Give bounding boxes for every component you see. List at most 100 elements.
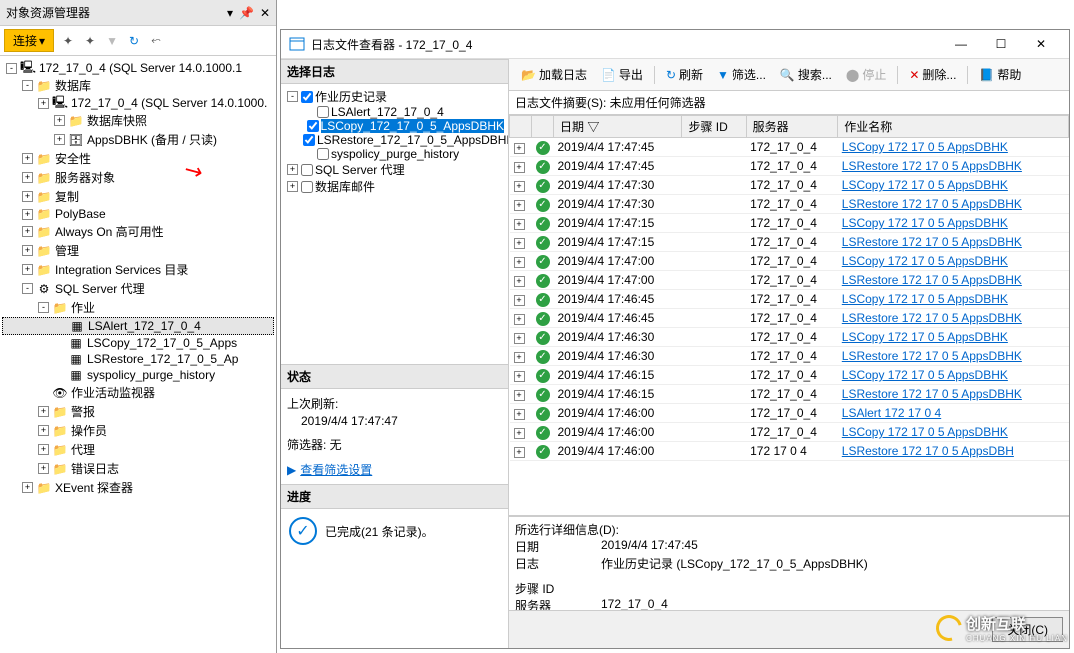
log-checkbox[interactable] <box>317 148 329 160</box>
search-button[interactable]: 🔍搜索... <box>774 63 838 86</box>
job-link[interactable]: LSCopy 172 17 0 5 AppsDBHK <box>842 254 1008 268</box>
table-row[interactable]: +✓2019/4/4 17:47:15172_17_0_4LSCopy 172 … <box>510 214 1069 233</box>
row-expander-icon[interactable]: + <box>514 390 525 401</box>
pin-icon[interactable]: 📌 <box>239 6 254 20</box>
tree-node[interactable]: -📁作业 <box>2 298 274 317</box>
activity-icon[interactable]: ⬿ <box>148 33 164 49</box>
expander-icon[interactable]: - <box>22 80 33 91</box>
table-row[interactable]: +✓2019/4/4 17:47:30172_17_0_4LSCopy 172 … <box>510 176 1069 195</box>
refresh-button[interactable]: ↻刷新 <box>660 63 709 86</box>
table-row[interactable]: +✓2019/4/4 17:46:00172 17 0 4LSRestore 1… <box>510 442 1069 461</box>
tree-node[interactable]: ▦LSCopy_172_17_0_5_Apps <box>2 335 274 351</box>
log-tree[interactable]: -作业历史记录LSAlert_172_17_0_4LSCopy_172_17_0… <box>281 84 508 364</box>
tree-node[interactable]: -📁数据库 <box>2 76 274 95</box>
disconnect-icon[interactable]: ✦ <box>60 33 76 49</box>
job-link[interactable]: LSCopy 172 17 0 5 AppsDBHK <box>842 368 1008 382</box>
job-link[interactable]: LSRestore 172 17 0 5 AppsDBHK <box>842 273 1022 287</box>
expander-icon[interactable]: - <box>22 283 33 294</box>
minimize-button[interactable]: — <box>941 34 981 54</box>
expander-icon[interactable]: + <box>22 172 33 183</box>
tree-node[interactable]: +📁操作员 <box>2 421 274 440</box>
job-link[interactable]: LSCopy 172 17 0 5 AppsDBHK <box>842 216 1008 230</box>
tree-node[interactable]: -🖳172_17_0_4 (SQL Server 14.0.1000.1 <box>2 60 274 76</box>
row-expander-icon[interactable]: + <box>514 371 525 382</box>
tree-node[interactable]: +📁错误日志 <box>2 459 274 478</box>
filter-button[interactable]: ▼筛选... <box>711 63 772 86</box>
job-link[interactable]: LSAlert 172 17 0 4 <box>842 406 941 420</box>
table-row[interactable]: +✓2019/4/4 17:46:00172_17_0_4LSAlert 172… <box>510 404 1069 423</box>
tree-node[interactable]: +📁复制 <box>2 187 274 206</box>
expander-icon[interactable]: + <box>38 406 49 417</box>
close-icon[interactable]: ✕ <box>260 6 270 20</box>
tree-node[interactable]: +🖳172_17_0_4 (SQL Server 14.0.1000. <box>2 95 274 111</box>
tree-node[interactable]: ▦syspolicy_purge_history <box>2 367 274 383</box>
table-row[interactable]: +✓2019/4/4 17:47:00172_17_0_4LSCopy 172 … <box>510 252 1069 271</box>
log-checkbox[interactable] <box>317 106 329 118</box>
load-log-button[interactable]: 📂加载日志 <box>515 63 593 86</box>
expander-icon[interactable]: + <box>22 153 33 164</box>
tree-node[interactable]: +📁Integration Services 目录 <box>2 260 274 279</box>
tree-node[interactable]: +📁Always On 高可用性 <box>2 222 274 241</box>
row-expander-icon[interactable]: + <box>514 428 525 439</box>
table-row[interactable]: +✓2019/4/4 17:47:00172_17_0_4LSRestore 1… <box>510 271 1069 290</box>
tree-node[interactable]: 👁作业活动监视器 <box>2 383 274 402</box>
col-date[interactable]: 日期 ▽ <box>554 116 682 138</box>
filter-settings-link[interactable]: 查看筛选设置 <box>300 463 372 477</box>
close-dialog-button[interactable]: 关闭(C) <box>992 617 1063 642</box>
row-expander-icon[interactable]: + <box>514 143 525 154</box>
filter-icon[interactable]: ▼ <box>104 33 120 49</box>
row-expander-icon[interactable]: + <box>514 447 525 458</box>
expander-icon[interactable]: + <box>38 98 49 109</box>
job-link[interactable]: LSRestore 172 17 0 5 AppsDBHK <box>842 159 1022 173</box>
job-link[interactable]: LSRestore 172 17 0 5 AppsDBHK <box>842 197 1022 211</box>
col-jobname[interactable]: 作业名称 <box>838 116 1069 138</box>
table-row[interactable]: +✓2019/4/4 17:46:30172_17_0_4LSRestore 1… <box>510 347 1069 366</box>
row-expander-icon[interactable]: + <box>514 181 525 192</box>
job-link[interactable]: LSRestore 172 17 0 5 AppsDBHK <box>842 387 1022 401</box>
close-button[interactable]: ✕ <box>1021 34 1061 54</box>
tree-node[interactable]: +📁服务器对象 <box>2 168 274 187</box>
job-link[interactable]: LSCopy 172 17 0 5 AppsDBHK <box>842 292 1008 306</box>
dropdown-icon[interactable]: ▾ <box>227 6 233 20</box>
log-tree-node[interactable]: LSAlert_172_17_0_4 <box>285 105 504 119</box>
expander-icon[interactable]: - <box>6 63 17 74</box>
tree-node[interactable]: ▦LSRestore_172_17_0_5_Ap <box>2 351 274 367</box>
row-expander-icon[interactable]: + <box>514 238 525 249</box>
expander-icon[interactable]: + <box>22 245 33 256</box>
tree-node[interactable]: +📁代理 <box>2 440 274 459</box>
table-row[interactable]: +✓2019/4/4 17:46:15172_17_0_4LSCopy 172 … <box>510 366 1069 385</box>
tree-node[interactable]: -⚙SQL Server 代理 <box>2 279 274 298</box>
log-grid-wrap[interactable]: 日期 ▽ 步骤 ID 服务器 作业名称 +✓2019/4/4 17:47:451… <box>509 115 1069 516</box>
row-expander-icon[interactable]: + <box>514 409 525 420</box>
tree-node[interactable]: +📁XEvent 探查器 <box>2 478 274 497</box>
log-checkbox[interactable] <box>301 91 313 103</box>
expander-icon[interactable]: + <box>287 164 298 175</box>
row-expander-icon[interactable]: + <box>514 200 525 211</box>
job-link[interactable]: LSCopy 172 17 0 5 AppsDBHK <box>842 140 1008 154</box>
job-link[interactable]: LSRestore 172 17 0 5 AppsDBH <box>842 444 1014 458</box>
job-link[interactable]: LSCopy 172 17 0 5 AppsDBHK <box>842 425 1008 439</box>
expander-icon[interactable]: + <box>54 115 65 126</box>
expander-icon[interactable]: + <box>38 463 49 474</box>
expander-icon[interactable]: + <box>22 209 33 220</box>
log-tree-node[interactable]: -作业历史记录 <box>285 88 504 105</box>
table-row[interactable]: +✓2019/4/4 17:47:30172_17_0_4LSRestore 1… <box>510 195 1069 214</box>
log-checkbox[interactable] <box>303 134 315 146</box>
tree-node[interactable]: +📁警报 <box>2 402 274 421</box>
expander-icon[interactable]: + <box>38 425 49 436</box>
col-stepid[interactable]: 步骤 ID <box>682 116 746 138</box>
col-server[interactable]: 服务器 <box>746 116 838 138</box>
job-link[interactable]: LSCopy 172 17 0 5 AppsDBHK <box>842 178 1008 192</box>
expander-icon[interactable]: + <box>38 444 49 455</box>
job-link[interactable]: LSRestore 172 17 0 5 AppsDBHK <box>842 311 1022 325</box>
row-expander-icon[interactable]: + <box>514 333 525 344</box>
table-row[interactable]: +✓2019/4/4 17:46:00172_17_0_4LSCopy 172 … <box>510 423 1069 442</box>
refresh-icon[interactable]: ↻ <box>126 33 142 49</box>
log-tree-node[interactable]: syspolicy_purge_history <box>285 147 504 161</box>
row-expander-icon[interactable]: + <box>514 219 525 230</box>
log-checkbox[interactable] <box>301 164 313 176</box>
row-expander-icon[interactable]: + <box>514 257 525 268</box>
expander-icon[interactable]: + <box>22 191 33 202</box>
expander-icon[interactable]: + <box>287 181 298 192</box>
row-expander-icon[interactable]: + <box>514 314 525 325</box>
